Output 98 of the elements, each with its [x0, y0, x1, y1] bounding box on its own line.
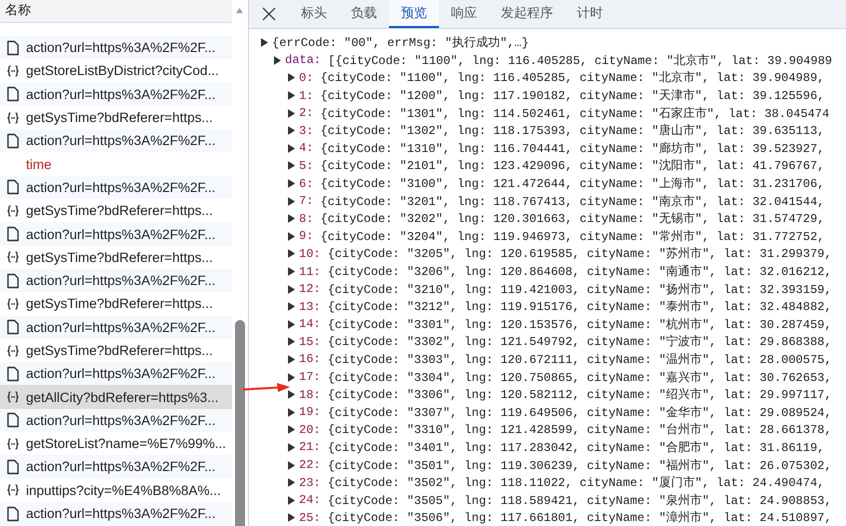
json-index: 9: — [299, 229, 314, 244]
json-index: 13: — [299, 300, 321, 314]
close-icon[interactable] — [262, 7, 276, 21]
json-index: 15: — [299, 334, 321, 349]
json-summary: {errCode: "00", errMsg: "执行成功",…} — [272, 35, 529, 52]
json-value: {cityCode: "2101", lng: 123.429096, cityName: "沈阳市", lat: 41.796767, — [320, 158, 824, 174]
json-index: 3: — [299, 124, 314, 138]
json-value: {cityCode: "3202", lng: 120.301663, cityName: "无锡市", lat: 31.574729, — [320, 211, 824, 228]
document-icon — [6, 366, 20, 382]
json-value: {cityCode: "1302", lng: 118.175393, cityName: "唐山市", lat: 39.635113, — [320, 123, 824, 140]
json-value: {cityCode: "1310", lng: 116.704441, cityName: "廊坊市", lat: 39.523927, — [320, 140, 824, 157]
document-icon — [6, 458, 20, 475]
document-icon — [6, 40, 20, 56]
scroll-up-icon[interactable] — [235, 7, 244, 14]
document-icon — [6, 412, 20, 428]
json-value: {cityCode: "1301", lng: 114.502461, cityName: "石家庄市", lat: 38.045474 — [320, 106, 830, 122]
json-value: {cityCode: "3100", lng: 121.472644, cityName: "上海市", lat: 31.231706, — [320, 176, 824, 192]
json-index: 0: — [299, 70, 314, 85]
json-index: 12: — [299, 282, 321, 296]
document-icon — [6, 506, 20, 522]
json-value: {cityCode: "1100", lng: 116.405285, cityName: "北京市", lat: 39.904989, — [320, 70, 824, 86]
json-value: {cityCode: "3502", lng: 118.11022, cityName: "厦门市", lat: 24.490474, — [328, 475, 824, 492]
json-value: {cityCode: "3205", lng: 120.619585, cityName: "苏州市", lat: 31.299379, — [328, 246, 832, 262]
json-value: {cityCode: "3306", lng: 120.582112, cityName: "绍兴市", lat: 29.997117, — [328, 387, 832, 404]
json-index: 10: — [299, 246, 321, 261]
document-icon — [6, 226, 20, 242]
json-index: 2: — [299, 106, 314, 120]
json-value: {cityCode: "3301", lng: 120.153576, cityName: "杭州市", lat: 30.287459, — [328, 316, 832, 333]
json-index: 6: — [299, 176, 314, 191]
document-icon — [6, 319, 20, 336]
json-value: {cityCode: "3210", lng: 119.421003, cityName: "扬州市", lat: 32.393159, — [328, 282, 832, 298]
json-index: 1: — [299, 88, 314, 103]
request-row[interactable]: action?url=https%3A%2F%2F... — [0, 129, 232, 152]
braces-icon — [6, 482, 20, 498]
json-value: {cityCode: "1200", lng: 117.190182, cityName: "天津市", lat: 39.125596, — [320, 88, 824, 104]
json-index: 5: — [299, 158, 314, 173]
tab[interactable]: 标头 — [289, 0, 339, 28]
annotation-arrow — [243, 382, 291, 394]
json-key: data: — [285, 53, 322, 68]
request-row[interactable]: action?url=https%3A%2F%2F... — [0, 82, 232, 106]
request-row[interactable]: action?url=https%3A%2F%2F... — [0, 268, 232, 292]
request-row[interactable]: action?url=https%3A%2F%2F... — [0, 316, 232, 339]
json-index: 7: — [299, 194, 314, 208]
json-value: {cityCode: "3304", lng: 120.750865, cityName: "嘉兴市", lat: 30.762653, — [328, 370, 832, 386]
json-value: {cityCode: "3505", lng: 118.589421, cityName: "泉州市", lat: 24.908853, — [328, 492, 832, 509]
scrollbar-thumb[interactable] — [235, 320, 245, 526]
json-value: [{cityCode: "1100", lng: 116.405285, cityName: "北京市", lat: 39.904989 — [328, 52, 832, 69]
document-icon — [6, 179, 20, 196]
document-icon — [6, 272, 20, 289]
json-value: {cityCode: "3212", lng: 119.915176, cityName: "泰州市", lat: 32.484882, — [328, 299, 832, 316]
json-index: 16: — [299, 352, 321, 366]
json-index: 4: — [299, 141, 314, 156]
json-value: {cityCode: "3310", lng: 121.428599, cityName: "台州市", lat: 28.661378, — [328, 422, 832, 438]
request-row[interactable]: action?url=https%3A%2F%2F... — [0, 222, 232, 246]
document-icon — [6, 132, 20, 149]
json-index: 24: — [299, 493, 321, 508]
request-row[interactable]: action?url=https%3A%2F%2F... — [0, 176, 232, 200]
json-index: 11: — [299, 264, 321, 279]
request-row[interactable]: action?url=https%3A%2F%2F... — [0, 455, 232, 479]
braces-icon — [6, 110, 20, 126]
json-index: 22: — [299, 458, 321, 472]
json-value: {cityCode: "3501", lng: 119.306239, cityName: "福州市", lat: 26.075302, — [328, 458, 832, 474]
braces-icon — [6, 342, 20, 358]
tab[interactable]: 负载 — [339, 0, 389, 28]
name-column-header[interactable]: 名称 — [0, 0, 232, 23]
request-row[interactable]: action?url=https%3A%2F%2F... — [0, 36, 232, 60]
json-value: {cityCode: "3204", lng: 119.946973, cityName: "常州市", lat: 31.772752, — [320, 228, 824, 245]
json-index: 25: — [299, 510, 321, 525]
json-value: {cityCode: "3303", lng: 120.672111, cityName: "温州市", lat: 28.000575, — [328, 352, 832, 368]
json-value: {cityCode: "3401", lng: 117.283042, cityName: "合肥市", lat: 31.86119, — [328, 440, 824, 456]
tab[interactable]: 计时 — [565, 0, 615, 28]
document-icon — [6, 86, 20, 102]
tab[interactable]: 预览 — [389, 0, 439, 28]
json-index: 8: — [299, 212, 314, 226]
request-row[interactable]: action?url=https%3A%2F%2F... — [0, 362, 232, 386]
json-index: 18: — [299, 388, 321, 402]
request-row[interactable]: getAllCity?bdReferer=https%3... — [0, 385, 232, 409]
braces-icon — [6, 389, 20, 406]
json-index: 14: — [299, 317, 321, 332]
json-index: 23: — [299, 476, 321, 490]
braces-icon — [6, 296, 20, 312]
json-index: 20: — [299, 422, 321, 437]
json-value: {cityCode: "3302", lng: 121.549792, cityName: "宁波市", lat: 29.868388, — [328, 334, 832, 350]
json-value: {cityCode: "3206", lng: 120.864608, cityName: "南通市", lat: 32.016212, — [328, 264, 832, 280]
json-index: 17: — [299, 370, 321, 384]
braces-icon — [6, 62, 20, 79]
braces-icon — [6, 249, 20, 266]
request-row[interactable]: action?url=https%3A%2F%2F... — [0, 408, 232, 432]
json-index: 21: — [299, 440, 321, 454]
json-index: 19: — [299, 405, 321, 420]
tab[interactable]: 发起程序 — [489, 0, 565, 28]
json-value: {cityCode: "3506", lng: 117.661801, cityName: "漳州市", lat: 24.510897, — [328, 510, 832, 526]
request-row[interactable]: action?url=https%3A%2F%2F... — [0, 502, 232, 526]
json-value: {cityCode: "3307", lng: 119.649506, cityName: "金华市", lat: 29.089524, — [328, 404, 832, 421]
json-value: {cityCode: "3201", lng: 118.767413, cityName: "南京市", lat: 32.041544, — [320, 194, 824, 210]
braces-icon — [6, 436, 20, 452]
braces-icon — [6, 202, 20, 219]
tab[interactable]: 响应 — [439, 0, 489, 28]
